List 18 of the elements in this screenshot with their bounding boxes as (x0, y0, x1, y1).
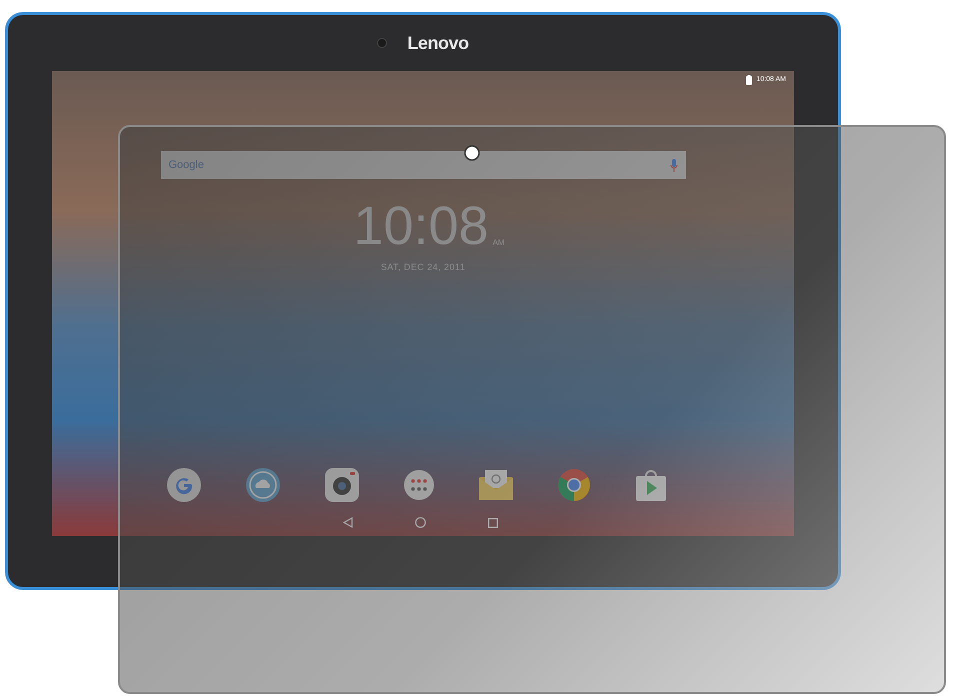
clock-time: 10:08 (353, 199, 489, 253)
recents-icon[interactable] (488, 518, 498, 528)
battery-icon (746, 75, 752, 85)
g-letter-app-icon[interactable] (166, 467, 202, 503)
envelope-icon[interactable] (478, 469, 514, 501)
search-bar[interactable]: Google (160, 151, 686, 179)
camera-lens-icon (377, 38, 388, 48)
home-icon[interactable] (414, 517, 426, 528)
app-drawer-icon[interactable] (403, 469, 435, 501)
brand-logo: Lenovo (407, 32, 469, 54)
shopping-bag-icon[interactable] (634, 468, 668, 502)
search-logo: Google (168, 158, 204, 173)
camera-cutout-icon (464, 145, 480, 161)
back-icon[interactable] (342, 517, 352, 528)
cloud-app-icon[interactable] (245, 467, 281, 503)
microphone-icon[interactable] (670, 158, 678, 172)
browser-icon[interactable] (557, 468, 591, 502)
camera-app-icon[interactable] (324, 467, 360, 503)
